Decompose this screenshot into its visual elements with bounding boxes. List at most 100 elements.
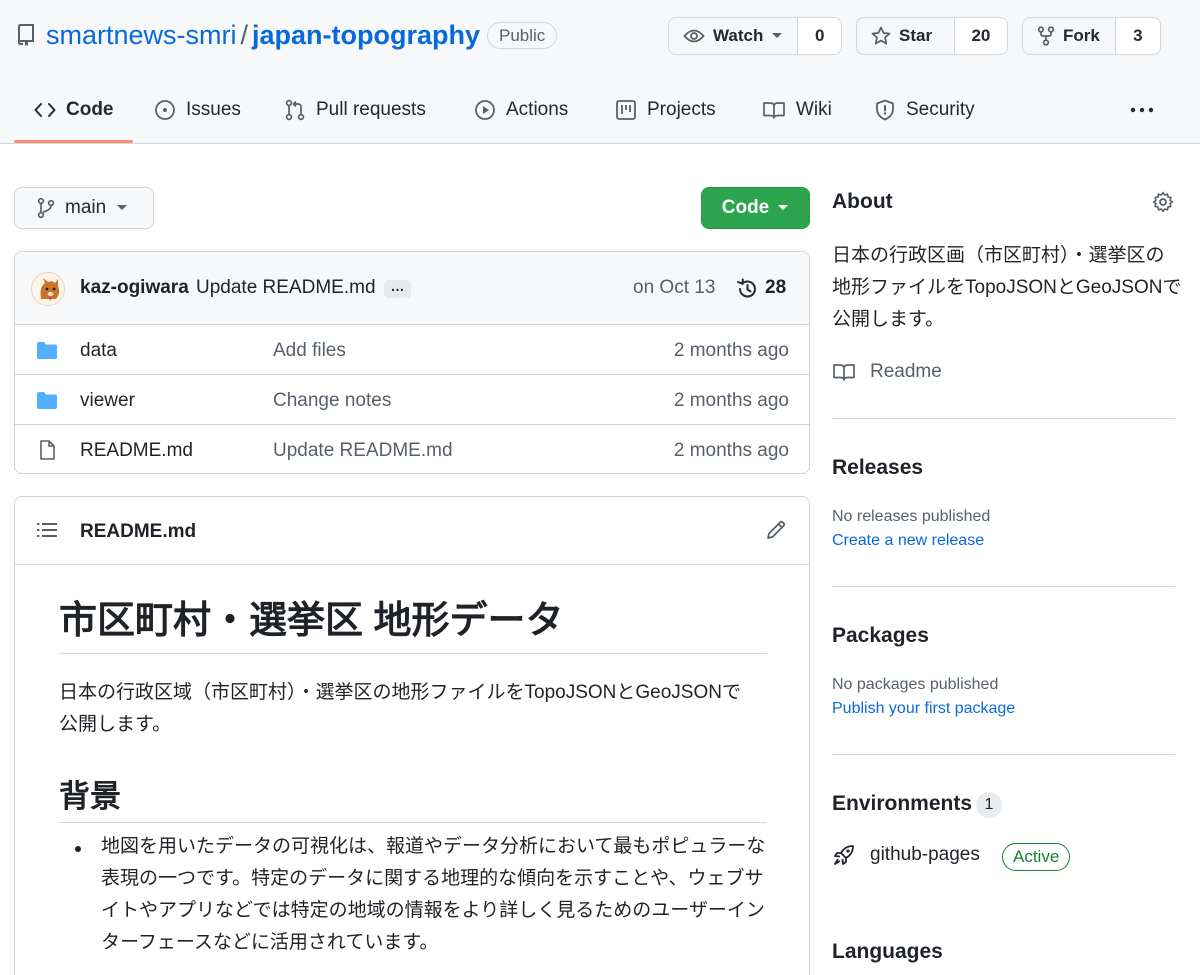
file-name-link[interactable]: data bbox=[80, 340, 117, 362]
file-row[interactable]: viewer Change notes 2 months ago bbox=[15, 375, 809, 425]
tab-actions[interactable]: Actions bbox=[474, 84, 568, 136]
packages-empty-text: No packages published bbox=[832, 676, 999, 693]
readme-filename[interactable]: README.md bbox=[80, 521, 196, 543]
repo-owner-link[interactable]: smartnews-smri bbox=[46, 20, 237, 50]
readme-header: README.md bbox=[15, 497, 809, 565]
avatar[interactable] bbox=[31, 272, 65, 306]
active-tab-underline bbox=[14, 140, 133, 143]
fork-button[interactable]: Fork bbox=[1023, 18, 1116, 54]
chevron-down-icon bbox=[772, 33, 783, 38]
tab-code[interactable]: Code bbox=[34, 84, 114, 136]
commit-expand-button[interactable]: … bbox=[384, 279, 411, 298]
publish-package-link[interactable]: Publish your first package bbox=[832, 700, 1015, 718]
watch-button[interactable]: Watch bbox=[669, 18, 799, 54]
branch-selector[interactable]: main bbox=[14, 187, 154, 229]
play-icon bbox=[475, 100, 495, 120]
file-row[interactable]: README.md Update README.md 2 months ago bbox=[15, 425, 809, 473]
releases-empty-text: No releases published bbox=[832, 508, 991, 525]
branch-name: main bbox=[65, 197, 107, 218]
dog-avatar-icon bbox=[40, 278, 60, 301]
environment-name: github-pages bbox=[870, 844, 980, 865]
tab-label: Wiki bbox=[796, 99, 832, 120]
file-browser: kaz-ogiwara Update README.md … on Oct 13… bbox=[14, 251, 810, 474]
commit-author-link[interactable]: kaz-ogiwara bbox=[80, 277, 189, 299]
chevron-down-icon bbox=[778, 205, 789, 210]
repo-icon bbox=[17, 24, 34, 46]
file-name-link[interactable]: README.md bbox=[80, 440, 193, 462]
readme-link-label: Readme bbox=[870, 361, 942, 382]
code-icon bbox=[34, 103, 56, 117]
branch-icon bbox=[37, 197, 55, 219]
commit-message-link[interactable]: Update README.md bbox=[196, 277, 376, 299]
watch-count[interactable]: 0 bbox=[798, 18, 841, 54]
tab-label: Issues bbox=[186, 99, 241, 120]
project-icon bbox=[616, 100, 636, 120]
star-label: Star bbox=[899, 26, 933, 45]
commit-date[interactable]: on Oct 13 bbox=[633, 277, 715, 299]
tab-label: Pull requests bbox=[316, 99, 426, 120]
folder-icon bbox=[37, 392, 57, 409]
readme-subheading: 背景 bbox=[59, 771, 767, 823]
tab-projects[interactable]: Projects bbox=[615, 84, 716, 136]
code-download-button[interactable]: Code bbox=[701, 187, 810, 229]
star-icon bbox=[871, 26, 891, 45]
readme-list-item: 地図を用いたデータの可視化は、報道やデータ分析において最もポピュラーな表現の一つ… bbox=[101, 836, 766, 953]
star-button-group: Star 20 bbox=[856, 17, 1008, 55]
environments-heading[interactable]: Environments bbox=[832, 792, 972, 816]
list-icon[interactable] bbox=[37, 521, 57, 539]
releases-heading[interactable]: Releases bbox=[832, 456, 923, 480]
repo-title: smartnews-smri / japan-topography bbox=[46, 18, 480, 52]
pencil-icon[interactable] bbox=[765, 519, 787, 541]
watch-button-group: Watch 0 bbox=[668, 17, 842, 55]
file-icon bbox=[40, 440, 55, 460]
file-age: 2 months ago bbox=[673, 440, 789, 461]
file-name-link[interactable]: viewer bbox=[80, 390, 135, 412]
packages-heading[interactable]: Packages bbox=[832, 624, 929, 648]
bullet-icon bbox=[75, 846, 81, 852]
tab-label: Projects bbox=[647, 99, 716, 120]
commit-count[interactable]: 28 bbox=[765, 277, 786, 299]
readme-intro: 日本の行政区域（市区町村）・選挙区の地形ファイルをTopoJSONとGeoJSO… bbox=[59, 682, 741, 735]
repo-name-link[interactable]: japan-topography bbox=[252, 20, 480, 50]
environment-status-badge: Active bbox=[1002, 843, 1071, 871]
visibility-badge: Public bbox=[487, 22, 558, 49]
issue-icon bbox=[155, 100, 175, 120]
fork-count[interactable]: 3 bbox=[1115, 18, 1160, 54]
star-count[interactable]: 20 bbox=[954, 18, 1007, 54]
fork-button-group: Fork 3 bbox=[1022, 17, 1161, 55]
file-age: 2 months ago bbox=[673, 390, 789, 411]
book-icon bbox=[763, 102, 785, 119]
about-description: 日本の行政区画（市区町村）・選挙区の地形ファイルをTopoJSONとGeoJSO… bbox=[832, 245, 1182, 330]
tab-issues[interactable]: Issues bbox=[154, 84, 241, 136]
file-commit-message[interactable]: Update README.md bbox=[273, 440, 453, 462]
environment-item[interactable]: github-pages bbox=[832, 843, 980, 867]
eye-icon bbox=[683, 29, 705, 43]
create-release-link[interactable]: Create a new release bbox=[832, 532, 984, 550]
tab-security[interactable]: Security bbox=[874, 84, 975, 136]
languages-heading: Languages bbox=[832, 940, 943, 963]
sidebar-divider bbox=[832, 418, 1175, 419]
rocket-icon bbox=[834, 845, 854, 865]
sidebar-divider bbox=[832, 586, 1175, 587]
file-commit-message[interactable]: Add files bbox=[273, 340, 346, 362]
file-row[interactable]: data Add files 2 months ago bbox=[15, 325, 809, 375]
pull-request-icon bbox=[285, 99, 305, 121]
readme-panel: README.md 市区町村・選挙区 地形データ 日本の行政区域（市区町村）・選… bbox=[14, 496, 810, 975]
tab-pull-requests[interactable]: Pull requests bbox=[284, 84, 426, 136]
more-options-icon[interactable] bbox=[1128, 100, 1156, 120]
environments-count-badge: 1 bbox=[976, 792, 1002, 818]
about-heading: About bbox=[832, 190, 893, 213]
book-icon bbox=[833, 364, 855, 381]
watch-label: Watch bbox=[713, 26, 764, 45]
chevron-down-icon bbox=[117, 205, 128, 210]
file-commit-message[interactable]: Change notes bbox=[273, 390, 391, 412]
file-age: 2 months ago bbox=[673, 340, 789, 361]
history-icon[interactable] bbox=[736, 278, 758, 300]
latest-commit-bar: kaz-ogiwara Update README.md … on Oct 13… bbox=[15, 252, 809, 325]
tab-wiki[interactable]: Wiki bbox=[762, 84, 832, 136]
gear-icon[interactable] bbox=[1152, 191, 1174, 213]
sidebar-divider bbox=[832, 754, 1175, 755]
star-button[interactable]: Star bbox=[857, 18, 955, 54]
folder-icon bbox=[37, 342, 57, 359]
readme-link[interactable]: Readme bbox=[832, 361, 942, 383]
